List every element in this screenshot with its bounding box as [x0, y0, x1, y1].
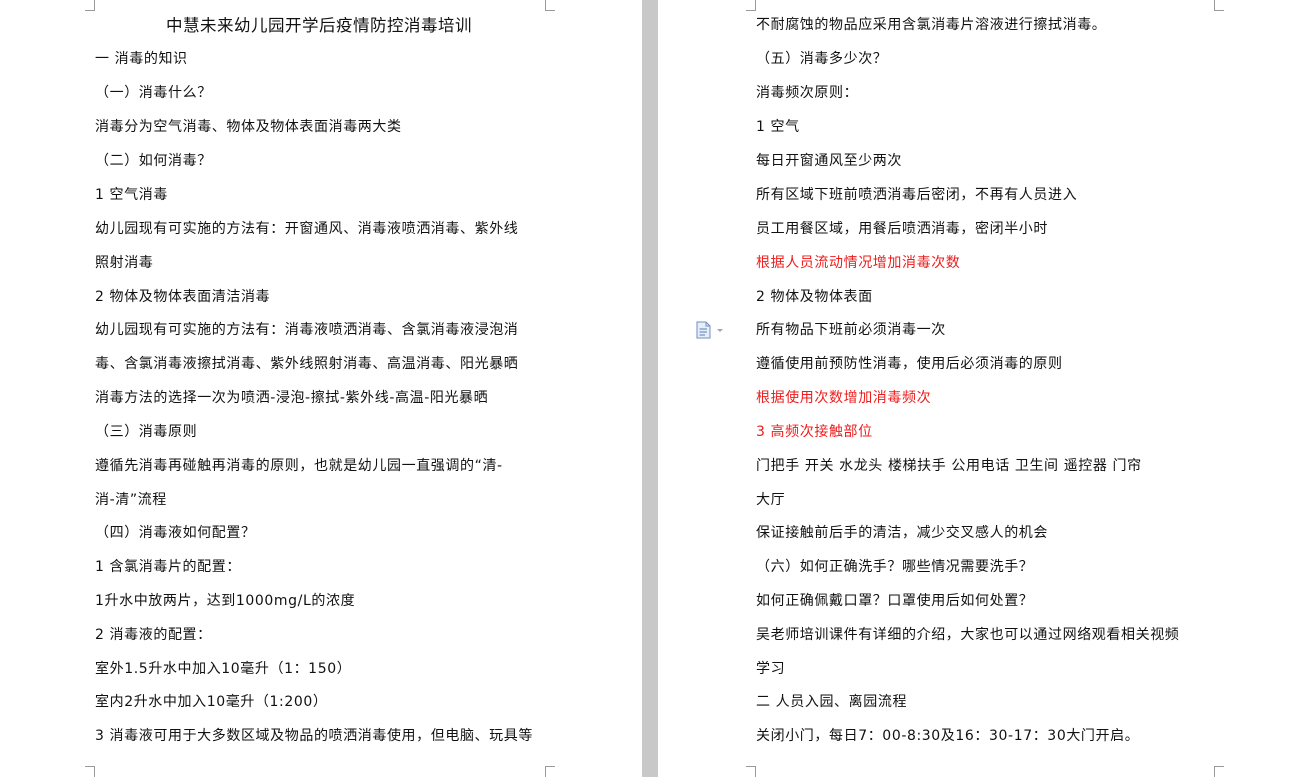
text-line: 1 空气	[756, 119, 800, 135]
text-line: 学习	[756, 661, 786, 677]
text-line: 根据人员流动情况增加消毒次数	[756, 255, 961, 271]
text-line: 关闭小门，每日7：00-8:30及16：30-17：30大门开启。	[756, 728, 1140, 744]
crop-mark	[545, 766, 555, 767]
text-line: 二 人员入园、离园流程	[756, 694, 908, 710]
text-line: 3 消毒液可用于大多数区域及物品的喷洒消毒使用，但电脑、玩具等	[95, 728, 533, 744]
crop-mark	[1214, 10, 1224, 11]
crop-mark	[94, 767, 95, 777]
text-line: 消毒分为空气消毒、物体及物体表面消毒两大类	[95, 119, 402, 135]
text-line: （二）如何消毒？	[95, 153, 212, 169]
text-line: 遵循使用前预防性消毒，使用后必须消毒的原则	[756, 356, 1063, 372]
document-page-right: 不耐腐蚀的物品应采用含氯消毒片溶液进行擦拭消毒。 （五）消毒多少次？ 消毒频次原则：…	[658, 0, 1302, 777]
text-line: 幼儿园现有可实施的方法有：消毒液喷洒消毒、含氯消毒液浸泡消	[95, 322, 519, 338]
crop-mark	[94, 0, 95, 10]
text-line: （四）消毒液如何配置？	[95, 525, 256, 541]
crop-mark	[545, 10, 555, 11]
text-line: （六）如何正确洗手？哪些情况需要洗手？	[756, 559, 1034, 575]
text-line: 吴老师培训课件有详细的介绍，大家也可以通过网络观看相关视频	[756, 627, 1180, 643]
text-line: （三）消毒原则	[95, 424, 198, 440]
text-line: 3 高频次接触部位	[756, 424, 873, 440]
crop-mark	[545, 0, 546, 10]
text-line: 大厅	[756, 492, 786, 508]
text-line: 消毒频次原则：	[756, 85, 859, 101]
text-line: 遵循先消毒再碰触再消毒的原则，也就是幼儿园一直强调的“清-	[95, 458, 503, 474]
text-line: 不耐腐蚀的物品应采用含氯消毒片溶液进行擦拭消毒。	[756, 17, 1107, 33]
text-line: 室内2升水中加入10毫升（1:200）	[95, 694, 328, 710]
text-line: 1 含氯消毒片的配置：	[95, 559, 241, 575]
text-line: 一 消毒的知识	[95, 51, 188, 67]
text-line: 2 物体及物体表面	[756, 289, 873, 305]
document-page-left: 中慧未来幼儿园开学后疫情防控消毒培训 一 消毒的知识 （一）消毒什么？ 消毒分为空…	[0, 0, 642, 777]
document-title: 中慧未来幼儿园开学后疫情防控消毒培训	[166, 16, 472, 35]
text-line: 1升水中放两片，达到1000mg/L的浓度	[95, 593, 356, 609]
text-line: 员工用餐区域，用餐后喷洒消毒，密闭半小时	[756, 221, 1048, 237]
document-options-icon[interactable]	[696, 321, 726, 339]
crop-mark	[1214, 0, 1215, 10]
text-line: 1 空气消毒	[95, 187, 168, 203]
crop-mark	[746, 10, 756, 11]
crop-mark	[1214, 766, 1224, 767]
page-gutter	[642, 0, 658, 777]
crop-mark	[755, 767, 756, 777]
text-line: 消毒方法的选择一次为喷洒-浸泡-擦拭-紫外线-高温-阳光暴晒	[95, 390, 489, 406]
crop-mark	[85, 10, 95, 11]
text-line: 消-清”流程	[95, 492, 167, 508]
text-line: 2 物体及物体表面清洁消毒	[95, 289, 271, 305]
text-line: 门把手 开关 水龙头 楼梯扶手 公用电话 卫生间 遥控器 门帘	[756, 458, 1142, 474]
text-line: 室外1.5升水中加入10毫升（1：150）	[95, 661, 352, 677]
crop-mark	[755, 0, 756, 10]
crop-mark	[1214, 767, 1215, 777]
text-line: 保证接触前后手的清洁，减少交叉感人的机会	[756, 525, 1048, 541]
text-line: 2 消毒液的配置：	[95, 627, 212, 643]
text-line: 照射消毒	[95, 255, 154, 271]
text-line: 毒、含氯消毒液擦拭消毒、紫外线照射消毒、高温消毒、阳光暴晒	[95, 356, 519, 372]
crop-mark	[545, 767, 546, 777]
text-line: 幼儿园现有可实施的方法有：开窗通风、消毒液喷洒消毒、紫外线	[95, 221, 519, 237]
text-line: 根据使用次数增加消毒频次	[756, 390, 932, 406]
text-line: 所有区域下班前喷洒消毒后密闭，不再有人员进入	[756, 187, 1078, 203]
text-line: （五）消毒多少次？	[756, 51, 888, 67]
text-line: 每日开窗通风至少两次	[756, 153, 902, 169]
text-line: 如何正确佩戴口罩？口罩使用后如何处置？	[756, 593, 1034, 609]
text-line: 所有物品下班前必须消毒一次	[756, 322, 946, 338]
text-line: （一）消毒什么？	[95, 85, 212, 101]
